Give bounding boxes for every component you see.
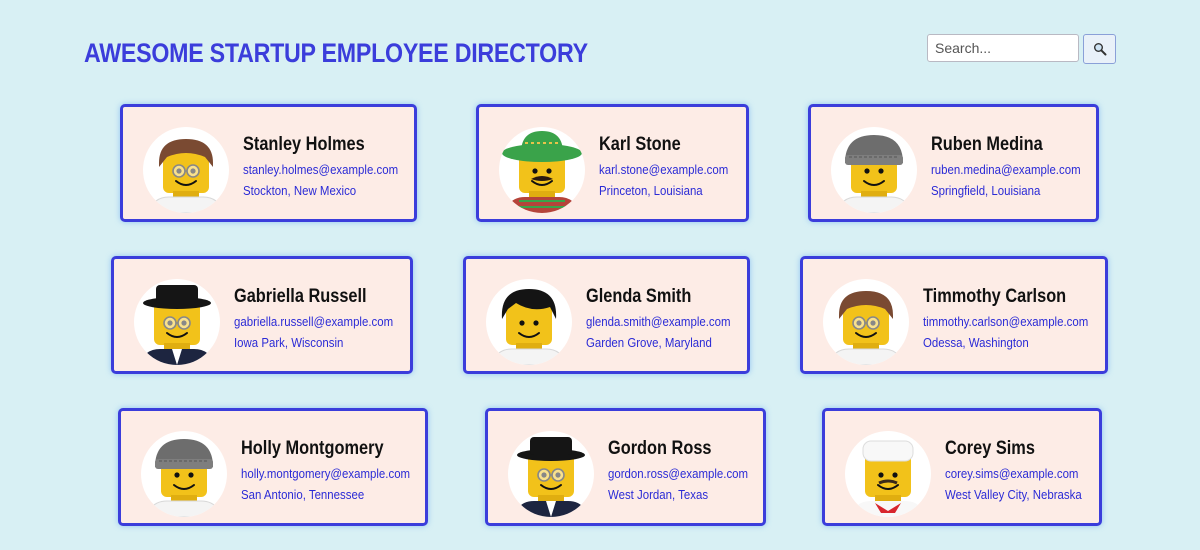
employee-card[interactable]: Glenda Smith glenda.smith@example.com Ga… xyxy=(463,256,750,374)
employee-name: Holly Montgomery xyxy=(241,438,384,459)
employee-avatar xyxy=(508,431,594,517)
employee-location: Odessa, Washington xyxy=(923,335,1029,350)
employee-location: West Valley City, Nebraska xyxy=(945,487,1082,502)
brown-hair-glasses-avatar-icon xyxy=(148,139,224,213)
magnifier-icon xyxy=(1093,43,1106,56)
employee-email: gordon.ross@example.com xyxy=(608,466,749,481)
chef-hat-mustache-avatar-icon xyxy=(851,440,925,517)
employee-avatar xyxy=(486,279,572,365)
employee-email: glenda.smith@example.com xyxy=(586,314,731,329)
employee-name: Timmothy Carlson xyxy=(923,286,1067,307)
employee-card[interactable]: Gabriella Russell gabriella.russell@exam… xyxy=(111,256,413,374)
employee-location: Garden Grove, Maryland xyxy=(586,335,712,350)
search-form xyxy=(927,34,1116,64)
employee-name: Ruben Medina xyxy=(931,134,1043,155)
black-hair-avatar-icon xyxy=(491,289,567,365)
employee-name: Gabriella Russell xyxy=(234,286,367,307)
employee-avatar xyxy=(141,431,227,517)
employee-name: Glenda Smith xyxy=(586,286,692,307)
sombrero-mustache-avatar-icon xyxy=(502,131,582,213)
employee-card[interactable]: Holly Montgomery holly.montgomery@exampl… xyxy=(118,408,428,526)
employee-location: Iowa Park, Wisconsin xyxy=(234,335,344,350)
employee-email: ruben.medina@example.com xyxy=(931,162,1081,177)
employee-name: Karl Stone xyxy=(599,134,681,155)
employee-card[interactable]: Karl Stone karl.stone@example.com Prince… xyxy=(476,104,749,222)
employee-card[interactable]: Stanley Holmes stanley.holmes@example.co… xyxy=(120,104,417,222)
employee-avatar xyxy=(831,127,917,213)
employee-avatar xyxy=(823,279,909,365)
employee-email: holly.montgomery@example.com xyxy=(241,466,411,481)
brown-hair-glasses-avatar-icon xyxy=(828,291,904,365)
employee-name: Stanley Holmes xyxy=(243,134,365,155)
page-title: AWESOME STARTUP EMPLOYEE DIRECTORY xyxy=(84,38,588,68)
employee-avatar xyxy=(499,127,585,213)
employee-name: Corey Sims xyxy=(945,438,1035,459)
employee-email: gabriella.russell@example.com xyxy=(234,314,394,329)
employee-email: stanley.holmes@example.com xyxy=(243,162,399,177)
search-button[interactable] xyxy=(1083,34,1116,64)
employee-card[interactable]: Corey Sims corey.sims@example.com West V… xyxy=(822,408,1102,526)
gray-beanie-avatar-icon xyxy=(836,135,912,213)
employee-avatar xyxy=(845,431,931,517)
employee-email: corey.sims@example.com xyxy=(945,466,1079,481)
black-hat-glasses-avatar-icon xyxy=(514,437,588,517)
black-hat-glasses-avatar-icon xyxy=(140,285,214,365)
gray-beanie-avatar-icon xyxy=(146,439,222,517)
employee-card[interactable]: Timmothy Carlson timmothy.carlson@exampl… xyxy=(800,256,1108,374)
employee-name: Gordon Ross xyxy=(608,438,712,459)
employee-email: karl.stone@example.com xyxy=(599,162,729,177)
employee-avatar xyxy=(134,279,220,365)
search-input[interactable] xyxy=(927,34,1079,62)
employee-card[interactable]: Ruben Medina ruben.medina@example.com Sp… xyxy=(808,104,1099,222)
employee-card[interactable]: Gordon Ross gordon.ross@example.com West… xyxy=(485,408,766,526)
employee-location: West Jordan, Texas xyxy=(608,487,709,502)
employee-location: Springfield, Louisiana xyxy=(931,183,1041,198)
employee-location: San Antonio, Tennessee xyxy=(241,487,365,502)
employee-location: Stockton, New Mexico xyxy=(243,183,357,198)
employee-email: timmothy.carlson@example.com xyxy=(923,314,1089,329)
employee-avatar xyxy=(143,127,229,213)
employee-location: Princeton, Louisiana xyxy=(599,183,703,198)
